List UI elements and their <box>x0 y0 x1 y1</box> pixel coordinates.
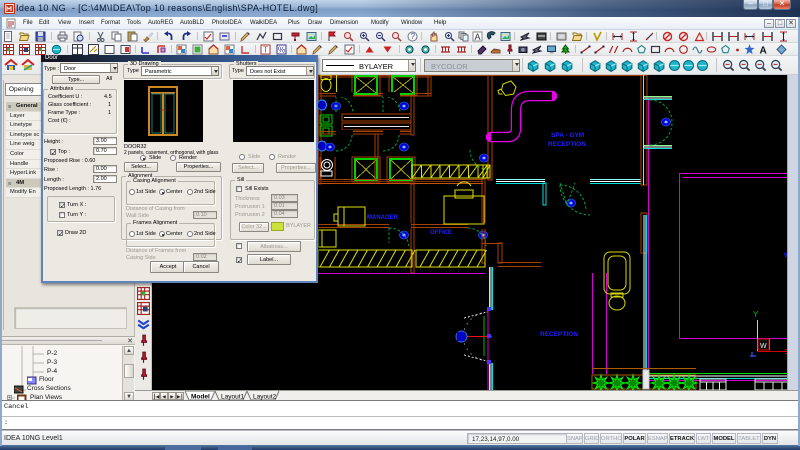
svg-text:W: W <box>760 343 767 350</box>
svg-text:T: T <box>263 46 268 55</box>
svg-text:MANAGER: MANAGER <box>367 215 399 221</box>
svg-text:OFFICE: OFFICE <box>430 230 452 236</box>
svg-text:A: A <box>760 46 767 56</box>
svg-text:Y: Y <box>753 310 759 319</box>
svg-text:RECEPTION: RECEPTION <box>548 141 586 148</box>
svg-text:A: A <box>475 32 481 42</box>
svg-text:?: ? <box>411 32 416 41</box>
svg-text:SPA - GYM: SPA - GYM <box>551 132 584 139</box>
svg-text:%: % <box>278 46 285 55</box>
svg-text:RECEPTION: RECEPTION <box>540 331 578 338</box>
